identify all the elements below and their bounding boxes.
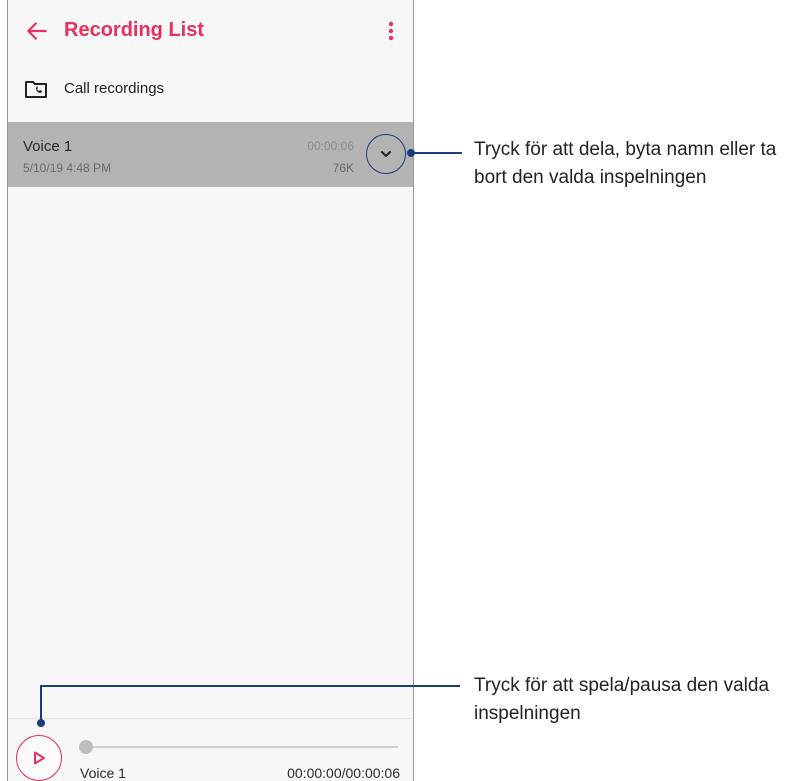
play-pause-button[interactable] [16, 735, 62, 781]
app-bar: Recording List [8, 0, 413, 62]
player-divider [8, 718, 413, 719]
play-callout-horizontal [40, 685, 460, 687]
phone-screen: Recording List Call recordings Voice 1 5… [7, 0, 414, 781]
recording-date: 5/10/19 4:48 PM [23, 161, 112, 175]
play-annotation: Tryck för att spela/pausa den valda insp… [474, 675, 770, 724]
chevron-down-icon [381, 151, 391, 157]
folder-phone-icon [25, 81, 47, 98]
call-recordings-folder[interactable]: Call recordings [8, 70, 413, 110]
expand-callout-dot [407, 149, 415, 157]
expand-annotation: Tryck för att dela, byta namn eller ta b… [474, 139, 777, 188]
seek-bar[interactable] [86, 746, 398, 748]
recording-name: Voice 1 [23, 138, 73, 155]
page-title: Recording List [64, 19, 205, 41]
folder-label: Call recordings [64, 80, 165, 97]
play-icon [34, 751, 45, 765]
recording-duration: 00:00:06 [307, 139, 354, 153]
expand-options-button[interactable] [366, 134, 406, 174]
more-vertical-icon[interactable] [381, 18, 401, 44]
seek-thumb[interactable] [79, 740, 93, 754]
arrow-left-icon[interactable] [24, 18, 50, 44]
recording-list-item[interactable]: Voice 1 5/10/19 4:48 PM 00:00:06 76K [8, 122, 413, 187]
player-time: 00:00:00/00:00:06 [287, 765, 400, 781]
expand-callout-line [410, 152, 462, 154]
play-callout-dot [37, 719, 45, 727]
player-track-name: Voice 1 [80, 765, 126, 781]
recording-size: 76K [332, 161, 354, 175]
